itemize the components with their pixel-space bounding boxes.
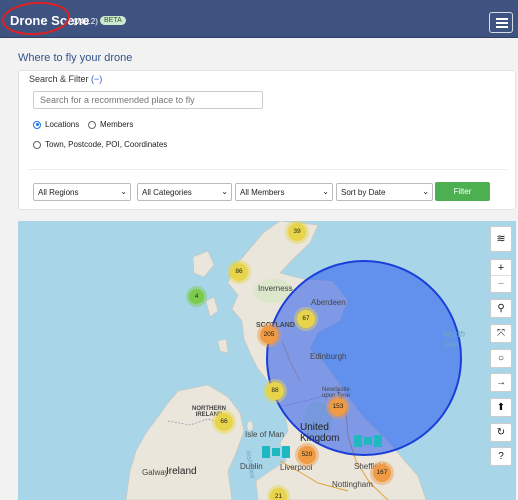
categories-select-value: All Categories — [142, 188, 192, 197]
radio-town[interactable] — [33, 140, 41, 149]
members-select[interactable]: All Members ⌄ — [235, 183, 333, 201]
map-basemap — [125, 221, 462, 500]
locate-button[interactable]: ⚲ — [490, 299, 512, 318]
share-button[interactable]: ↻ — [490, 423, 512, 442]
city-label-liverpool: Liverpool — [280, 463, 313, 472]
sea-label-north-sea: North Sea — [443, 329, 466, 349]
country-label-united-kingdom: United Kingdom — [300, 422, 340, 444]
version-label: (v40.2) — [73, 17, 98, 26]
island-landmass — [217, 338, 229, 354]
city-label-inverness: Inverness — [258, 284, 293, 293]
help-button[interactable]: ? — [490, 447, 512, 466]
search-radius-circle — [266, 260, 462, 456]
city-label-edinburgh: Edinburgh — [310, 352, 347, 361]
draw-circle-button[interactable]: ○ — [490, 349, 512, 368]
radio-members-label: Members — [100, 120, 134, 129]
city-label-newcastle: Newcastle upon Tyne — [322, 387, 350, 399]
chevron-down-icon: ⌄ — [422, 187, 429, 196]
search-input[interactable] — [33, 91, 263, 109]
cluster-marker[interactable]: 21 — [270, 488, 287, 500]
layers-control-button[interactable]: ≋ — [490, 226, 512, 252]
regions-select[interactable]: All Regions ⌄ — [33, 183, 131, 201]
search-filter-legend: Search & Filter (−) — [29, 74, 102, 84]
cluster-marker[interactable]: 167 — [373, 464, 391, 482]
menu-bar-icon — [496, 18, 508, 20]
legend-label: Search & Filter — [29, 74, 89, 84]
cluster-marker[interactable]: 88 — [266, 382, 284, 400]
members-select-value: All Members — [240, 188, 285, 197]
help-icon: ? — [498, 451, 504, 462]
cluster-marker[interactable]: 205 — [260, 326, 278, 344]
fullscreen-icon: ⤧ — [497, 328, 505, 339]
chevron-down-icon: ⌄ — [120, 187, 127, 196]
label-isle-of-man: Isle of Man — [245, 430, 285, 439]
cluster-marker[interactable]: 4 — [189, 289, 204, 304]
share-icon: ↻ — [496, 427, 506, 438]
drone-marker-icon — [262, 446, 290, 458]
zoom-in-button[interactable]: + — [491, 260, 511, 276]
route-button[interactable]: → — [490, 373, 512, 392]
filter-button[interactable]: Filter — [435, 182, 490, 201]
arrow-right-icon: → — [496, 377, 506, 388]
hamburger-menu-button[interactable] — [489, 12, 513, 33]
beta-badge: BETA — [100, 16, 126, 25]
collapse-toggle[interactable]: (−) — [91, 74, 102, 84]
map-view[interactable]: Inverness Aberdeen SCOTLAND Edinburgh NO… — [18, 221, 516, 500]
city-label-nottingham: Nottingham — [332, 480, 373, 489]
country-label-ireland: Ireland — [166, 466, 197, 477]
page-title: Where to fly your drone — [18, 52, 133, 64]
island-landmass — [192, 250, 215, 278]
navbar: Drone Scene (v40.2) BETA — [0, 0, 518, 38]
categories-select[interactable]: All Categories ⌄ — [137, 183, 232, 201]
divider — [29, 169, 507, 170]
zoom-control: + − — [490, 259, 512, 293]
cluster-marker[interactable]: 66 — [215, 413, 233, 431]
radio-members-option[interactable]: Members — [88, 120, 133, 129]
menu-bar-icon — [496, 22, 508, 24]
ireland-landmass — [125, 384, 245, 500]
cluster-marker[interactable]: 520 — [298, 446, 316, 464]
island-landmass — [205, 296, 219, 318]
upload-button[interactable]: ⬆ — [490, 398, 512, 417]
chevron-down-icon: ⌄ — [221, 187, 228, 196]
cluster-marker[interactable]: 153 — [329, 398, 347, 416]
sort-select-value: Sort by Date — [341, 188, 386, 197]
layers-icon: ≋ — [496, 233, 506, 245]
zoom-out-button[interactable]: − — [491, 276, 511, 292]
fullscreen-button[interactable]: ⤧ — [490, 324, 512, 343]
circle-icon: ○ — [497, 353, 505, 364]
map-pin-icon: ⚲ — [497, 303, 505, 314]
city-label-aberdeen: Aberdeen — [311, 298, 346, 307]
radio-locations-label: Locations — [45, 120, 80, 129]
chevron-down-icon: ⌄ — [322, 187, 329, 196]
cluster-marker[interactable]: 39 — [288, 223, 306, 241]
arrow-up-icon: ⬆ — [496, 402, 506, 413]
cluster-marker[interactable]: 67 — [297, 310, 315, 328]
cluster-marker[interactable]: 86 — [230, 263, 248, 281]
radio-town-label: Town, Postcode, POI, Coordinates — [45, 140, 168, 149]
radio-locations[interactable] — [33, 120, 41, 129]
radio-town-option[interactable]: Town, Postcode, POI, Coordinates — [33, 140, 167, 149]
radio-members[interactable] — [88, 120, 96, 129]
regions-select-value: All Regions — [38, 188, 79, 197]
search-filter-panel: Search & Filter (−) Locations Members To… — [18, 70, 516, 210]
radio-locations-option[interactable]: Locations — [33, 120, 79, 129]
sort-select[interactable]: Sort by Date ⌄ — [336, 183, 433, 201]
city-label-galway: Galway — [142, 468, 169, 477]
menu-bar-icon — [496, 26, 508, 28]
